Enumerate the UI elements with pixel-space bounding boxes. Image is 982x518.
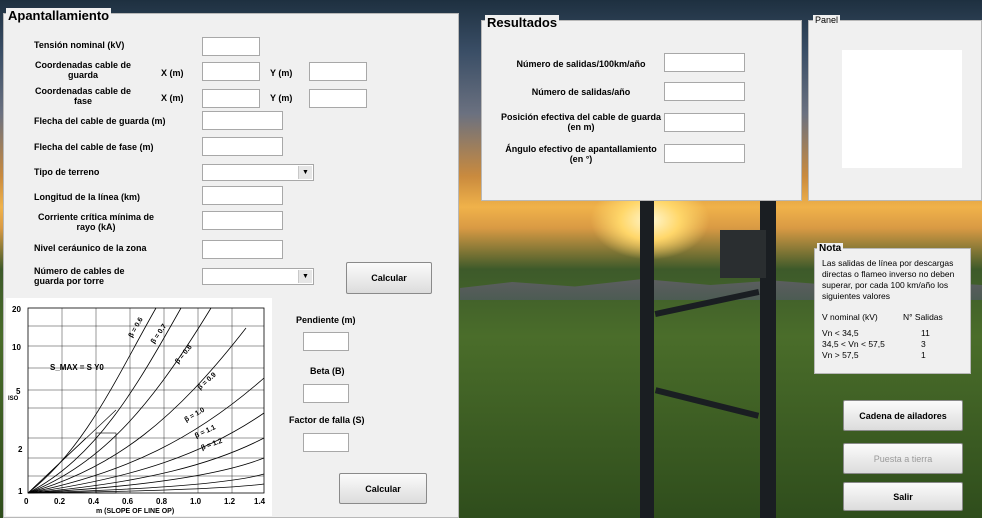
salir-button[interactable]: Salir	[843, 482, 963, 511]
x-tick: 0.6	[122, 497, 134, 506]
beta-graph-svg: 20 10 5 2 1 0 0.2 0.4 0.6 0.8 1.0 1.2 1.…	[8, 305, 266, 515]
tower-leg-left	[640, 200, 654, 518]
num-cables-label: Número de cables de guarda por torre	[34, 266, 125, 286]
pendiente-label: Pendiente (m)	[296, 315, 356, 325]
flecha-guarda-input[interactable]	[202, 111, 283, 130]
longitud-linea-label: Longitud de la línea (km)	[34, 192, 141, 202]
factor-falla-label: Factor de falla (S)	[289, 415, 365, 425]
x-tick: 0.4	[88, 497, 100, 506]
angulo-efectivo-label: Ángulo efectivo de apantallamiento (en °…	[505, 144, 657, 164]
y-tick: 2	[18, 445, 23, 454]
nota-title: Nota	[817, 243, 844, 254]
y-label: Y (m)	[270, 68, 293, 78]
pendiente-input[interactable]	[303, 332, 349, 351]
tower-box	[720, 230, 766, 278]
salidas-ano-label: Número de salidas/año	[531, 87, 631, 97]
resultados-title: Resultados	[485, 15, 560, 30]
beta-label: β = 1.0	[184, 407, 207, 424]
calcular-apantallamiento-button[interactable]: Calcular	[346, 262, 432, 294]
fase-x-input[interactable]	[202, 89, 260, 108]
y-tick: 10	[12, 343, 21, 352]
longitud-linea-input[interactable]	[202, 186, 283, 205]
apantallamiento-title: Apantallamiento	[6, 8, 112, 23]
beta-graph: 20 10 5 2 1 0 0.2 0.4 0.6 0.8 1.0 1.2 1.…	[6, 298, 272, 516]
flecha-guarda-label: Flecha del cable de guarda (m)	[34, 116, 166, 126]
x-tick: 1.4	[254, 497, 266, 506]
calcular-factor-button[interactable]: Calcular	[339, 473, 427, 504]
nota-row-n: 3	[921, 339, 926, 349]
y-label: Y (m)	[270, 93, 293, 103]
tipo-terreno-select[interactable]: ▼	[202, 164, 314, 181]
resultados-panel	[481, 20, 802, 201]
salidas-ano-output	[664, 82, 745, 101]
nota-col1-header: V nominal (kV)	[822, 312, 878, 322]
nota-text: Las salidas de línea por descargas direc…	[822, 258, 955, 301]
salidas-100km-label: Número de salidas/100km/año	[516, 59, 646, 69]
guarda-x-input[interactable]	[202, 62, 260, 81]
nota-row-n: 11	[921, 328, 930, 338]
y-tick: 1	[18, 487, 23, 496]
corriente-critica-label: Corriente crítica mínima de rayo (kA)	[37, 212, 155, 232]
beta-label: β = 1.1	[194, 424, 217, 440]
guarda-y-input[interactable]	[309, 62, 367, 81]
nivel-ceraunico-label: Nivel ceráunico de la zona	[34, 243, 147, 253]
beta-label: β = 0.7	[150, 323, 168, 345]
factor-falla-input[interactable]	[303, 433, 349, 452]
nota-col2-header: N° Salidas	[903, 312, 943, 322]
beta-curve	[27, 307, 212, 494]
chevron-down-icon: ▼	[298, 166, 312, 179]
beta-input[interactable]	[303, 384, 349, 403]
beta-label: β = 1.2	[200, 438, 223, 452]
angulo-efectivo-output	[664, 144, 745, 163]
x-tick: 0.8	[156, 497, 168, 506]
y-tick: 20	[12, 305, 21, 314]
y-tick: 5	[16, 387, 21, 396]
num-cables-select[interactable]: ▼	[202, 268, 314, 285]
nota-row-v: Vn > 57,5	[822, 350, 859, 360]
formula-label: S_MAX = S Y0	[50, 363, 104, 372]
tipo-terreno-label: Tipo de terreno	[34, 167, 100, 177]
posicion-efectiva-label: Posición efectiva del cable de guarda (e…	[500, 112, 662, 132]
x-label: X (m)	[161, 68, 184, 78]
beta-curve	[27, 307, 157, 494]
flecha-fase-label: Flecha del cable de fase (m)	[34, 142, 154, 152]
cadena-aisladores-button[interactable]: Cadena de ailadores	[843, 400, 963, 431]
beta-label: β = 0.6	[128, 316, 145, 339]
panel-title: Panel	[813, 15, 841, 25]
puesta-tierra-button[interactable]: Puesta a tierra	[843, 443, 963, 474]
y-axis-label: ISO	[8, 396, 19, 402]
beta-label: β = 0.8	[174, 344, 194, 365]
x-tick: 0	[24, 497, 29, 506]
x-axis-label: m (SLOPE OF LINE OP)	[96, 508, 174, 515]
tension-nominal-label: Tensión nominal (kV)	[34, 40, 125, 50]
chevron-down-icon: ▼	[298, 270, 312, 283]
x-tick: 1.2	[224, 497, 236, 506]
beta-label: Beta (B)	[310, 366, 345, 376]
corriente-critica-input[interactable]	[202, 211, 283, 230]
nota-row-v: Vn < 34,5	[822, 328, 859, 338]
beta-curve	[27, 327, 247, 494]
coord-guarda-label: Coordenadas cable de guarda	[34, 60, 132, 80]
salidas-100km-output	[664, 53, 745, 72]
tension-nominal-input[interactable]	[202, 37, 260, 56]
fase-y-input[interactable]	[309, 89, 367, 108]
nivel-ceraunico-input[interactable]	[202, 240, 283, 259]
coord-fase-label: Coordenadas cable de fase	[34, 86, 132, 106]
x-label: X (m)	[161, 93, 184, 103]
x-tick: 0.2	[54, 497, 66, 506]
panel-image	[842, 50, 962, 168]
flecha-fase-input[interactable]	[202, 137, 283, 156]
x-tick: 1.0	[190, 497, 202, 506]
nota-row-n: 1	[921, 350, 926, 360]
posicion-efectiva-output	[664, 113, 745, 132]
nota-row-v: 34,5 < Vn < 57,5	[822, 339, 885, 349]
